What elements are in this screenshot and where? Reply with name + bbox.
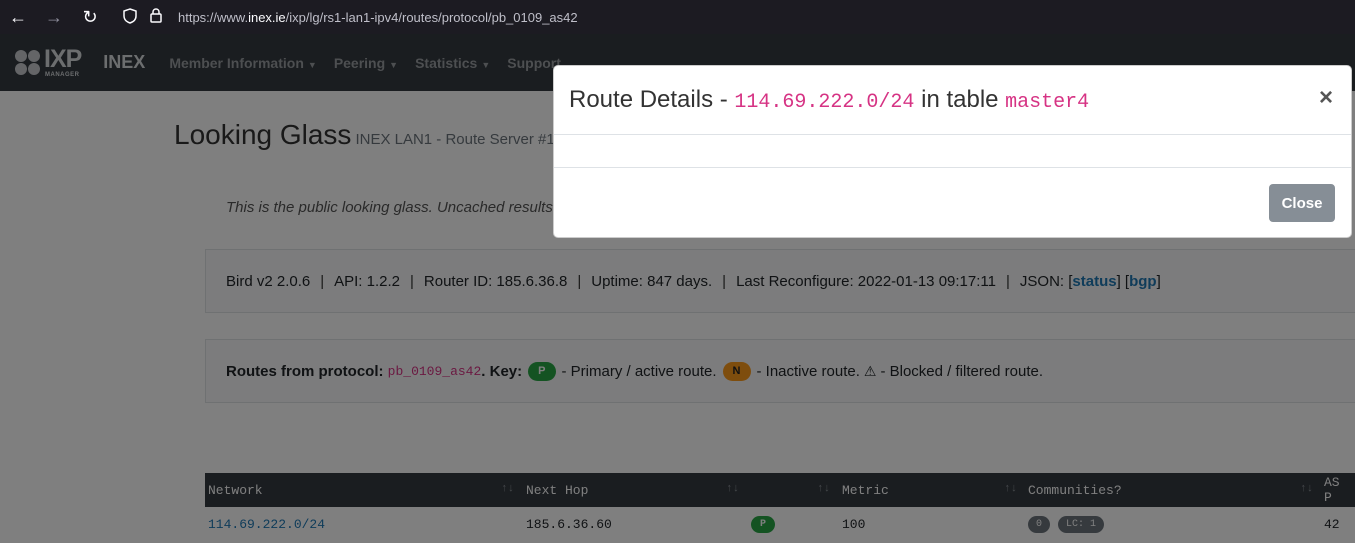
- modal-table-name: master4: [1005, 91, 1090, 114]
- modal-footer: Close: [554, 168, 1351, 238]
- address-bar[interactable]: https://www.inex.ie/ixp/lg/rs1-lan1-ipv4…: [122, 7, 578, 27]
- url-host: inex.ie: [248, 9, 286, 25]
- forward-arrow-icon[interactable]: →: [36, 0, 72, 34]
- url-prefix: https://www.: [178, 9, 249, 25]
- modal-title-prefix: Route Details -: [569, 86, 735, 113]
- lock-icon[interactable]: [148, 8, 164, 26]
- shield-icon[interactable]: [122, 7, 138, 27]
- close-icon[interactable]: ×: [1319, 84, 1333, 112]
- reload-icon[interactable]: ↻: [72, 0, 108, 34]
- modal-body: [554, 135, 1351, 168]
- modal-title: Route Details - 114.69.222.0/24 in table…: [569, 86, 1089, 114]
- route-details-modal: Route Details - 114.69.222.0/24 in table…: [553, 65, 1352, 238]
- browser-toolbar: ← → ↻ https://www.inex.ie/ixp/lg/rs1-lan…: [0, 0, 1355, 34]
- url-path: /ixp/lg/rs1-lan1-ipv4/routes/protocol/pb…: [285, 9, 578, 25]
- modal-title-mid: in table: [914, 86, 1006, 113]
- close-button[interactable]: Close: [1269, 184, 1335, 222]
- modal-prefix: 114.69.222.0/24: [734, 91, 915, 114]
- back-arrow-icon[interactable]: ←: [0, 0, 36, 34]
- url-text[interactable]: https://www.inex.ie/ixp/lg/rs1-lan1-ipv4…: [178, 10, 578, 25]
- modal-header: Route Details - 114.69.222.0/24 in table…: [554, 66, 1351, 135]
